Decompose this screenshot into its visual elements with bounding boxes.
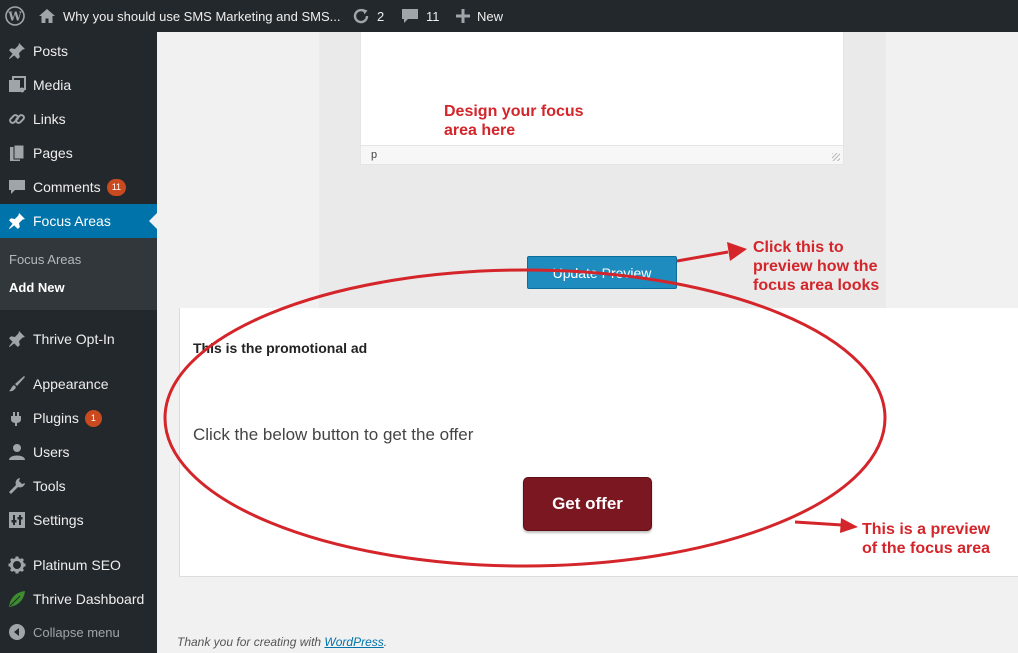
collapse-menu-label: Collapse menu: [33, 624, 120, 640]
footer-prefix: Thank you for creating with: [177, 635, 325, 649]
sidebar-item-plugins[interactable]: Plugins 1: [0, 401, 157, 435]
sidebar-item-focus-areas[interactable]: Focus Areas: [0, 204, 157, 238]
site-link[interactable]: Why you should use SMS Marketing and SMS…: [38, 0, 340, 32]
pin-icon: [0, 42, 33, 60]
click-annotation: Click this to preview how the focus area…: [753, 239, 880, 294]
sidebar-item-media[interactable]: Media: [0, 68, 157, 102]
comment-icon: [401, 8, 419, 24]
gear-icon: [0, 556, 33, 574]
sidebar-item-label: Thrive Opt-In: [33, 331, 115, 347]
editor-statusbar: p: [361, 145, 843, 164]
sidebar-item-label: Posts: [33, 43, 69, 59]
update-preview-button[interactable]: Update Preview: [527, 256, 677, 289]
sidebar-item-thrive-opt-in[interactable]: Thrive Opt-In: [0, 322, 157, 356]
sidebar-item-links[interactable]: Links: [0, 102, 157, 136]
users-icon: [0, 443, 33, 461]
link-icon: [0, 110, 33, 128]
sidebar-item-label: Focus Areas: [33, 213, 111, 229]
pin-icon: [0, 330, 33, 348]
editor-note: Design your focus area here: [444, 103, 584, 139]
sidebar-item-label: Comments: [33, 179, 101, 195]
collapse-menu-button[interactable]: Collapse menu: [0, 615, 157, 649]
sidebar-item-label: Settings: [33, 512, 84, 528]
resize-handle-icon[interactable]: [832, 153, 840, 161]
new-label: New: [477, 8, 504, 24]
sidebar-item-label: Media: [33, 77, 72, 93]
sidebar-item-label: Thrive Dashboard: [33, 591, 145, 607]
sidebar-item-pages[interactable]: Pages: [0, 136, 157, 170]
media-icon: [0, 76, 33, 94]
site-title: Why you should use SMS Marketing and SMS…: [63, 8, 341, 24]
refresh-icon: [352, 7, 370, 25]
admin-bar: W Why you should use SMS Marketing and S…: [0, 0, 1018, 32]
sidebar-item-label: Links: [33, 111, 66, 127]
focus-areas-submenu: Focus Areas Add New: [0, 238, 157, 310]
comments-badge: 11: [106, 178, 127, 196]
sidebar-item-label: Tools: [33, 478, 66, 494]
footer-suffix: .: [383, 635, 388, 649]
sidebar-item-users[interactable]: Users: [0, 435, 157, 469]
sidebar-item-tools[interactable]: Tools: [0, 469, 157, 503]
sidebar-item-comments[interactable]: Comments 11: [0, 170, 157, 204]
footer-text: Thank you for creating with WordPress.: [177, 635, 387, 649]
sidebar-item-label: Users: [33, 444, 70, 460]
sidebar-item-label: Platinum SEO: [33, 557, 121, 573]
sidebar-item-label: Plugins: [33, 410, 79, 426]
svg-text:W: W: [7, 10, 22, 24]
comments-link[interactable]: 11: [401, 0, 440, 32]
collapse-icon: [0, 623, 33, 641]
sidebar-item-platinum-seo[interactable]: Platinum SEO: [0, 548, 157, 582]
editor-path[interactable]: p: [371, 149, 377, 161]
sidebar-item-posts[interactable]: Posts: [0, 34, 157, 68]
paintbrush-icon: [0, 375, 33, 393]
sidebar-item-label: Appearance: [33, 376, 109, 392]
wordpress-logo-icon[interactable]: W: [0, 0, 30, 32]
settings-icon: [0, 511, 33, 529]
plugins-badge: 1: [84, 409, 102, 427]
sidebar-item-label: Pages: [33, 145, 73, 161]
admin-sidebar: Posts Media Links Pages Comments 11 Focu…: [0, 32, 157, 653]
promo-text: Click the below button to get the offer: [193, 425, 474, 444]
submenu-item-add-new[interactable]: Add New: [9, 280, 65, 295]
wordpress-link[interactable]: WordPress: [324, 635, 383, 649]
plus-icon: [456, 9, 470, 23]
new-content-link[interactable]: New: [456, 0, 503, 32]
comments-count: 11: [426, 8, 440, 24]
home-icon: [38, 8, 56, 24]
plugin-icon: [0, 409, 33, 427]
sidebar-item-thrive-dashboard[interactable]: Thrive Dashboard: [0, 582, 157, 616]
sidebar-item-settings[interactable]: Settings: [0, 503, 157, 537]
wrench-icon: [0, 477, 33, 495]
comment-icon: [0, 179, 33, 195]
pages-icon: [0, 144, 33, 162]
updates-link[interactable]: 2: [352, 0, 384, 32]
leaf-icon: [0, 590, 33, 608]
preview-annotation: This is a preview of the focus area: [862, 521, 991, 557]
content-area: Design your focus area here p Update Pre…: [157, 32, 1018, 653]
sidebar-item-appearance[interactable]: Appearance: [0, 367, 157, 401]
promo-title: This is the promotional ad: [193, 340, 368, 356]
submenu-item-focus-areas[interactable]: Focus Areas: [9, 252, 81, 267]
get-offer-button[interactable]: Get offer: [523, 477, 652, 531]
updates-count: 2: [377, 8, 385, 24]
focus-area-editor[interactable]: Design your focus area here p: [360, 32, 844, 165]
pin-icon: [0, 212, 33, 230]
